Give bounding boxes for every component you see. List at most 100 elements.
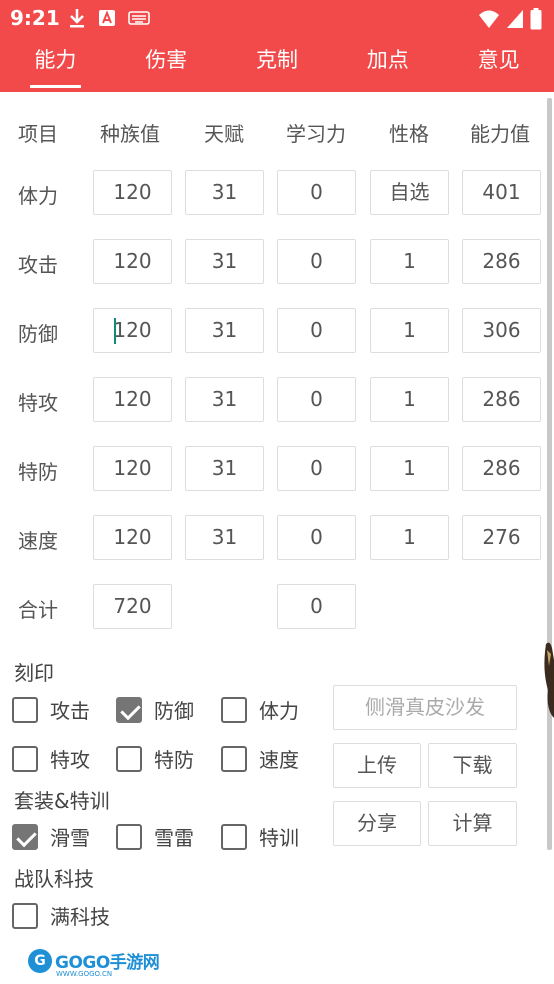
- imprint-attack-checkbox[interactable]: 攻击: [12, 695, 90, 724]
- suit-snow-thunder-checkbox[interactable]: 雪雷: [116, 822, 194, 851]
- learning-input[interactable]: 0: [277, 239, 356, 284]
- imprint-speed-checkbox[interactable]: 速度: [221, 744, 299, 773]
- ability-value-output: 286: [462, 239, 541, 284]
- talent-input[interactable]: 31: [185, 377, 264, 422]
- row-label-defense: 防御: [18, 322, 58, 346]
- total-race-value: 720: [93, 584, 172, 629]
- ability-value-output: 306: [462, 308, 541, 353]
- watermark-site: WWW.GOGO.CN: [56, 970, 113, 978]
- battery-icon: [530, 8, 542, 30]
- talent-input[interactable]: 31: [185, 446, 264, 491]
- header-race-value: 种族值: [100, 122, 160, 146]
- nature-input[interactable]: 1: [370, 377, 449, 422]
- download-button[interactable]: 下载: [428, 743, 517, 788]
- header-nature: 性格: [389, 122, 429, 146]
- signal-icon: [507, 10, 523, 28]
- text-cursor: [114, 318, 116, 344]
- download-icon: [70, 9, 84, 28]
- header-item: 项目: [18, 122, 58, 146]
- checkbox-box: [12, 745, 38, 772]
- sofa-button[interactable]: 侧滑真皮沙发: [333, 685, 517, 730]
- suit-special-training-checkbox[interactable]: 特训: [221, 822, 299, 851]
- header-talent: 天赋: [204, 122, 244, 146]
- checkbox-box: [116, 745, 142, 772]
- imprint-hp-checkbox[interactable]: 体力: [221, 695, 299, 724]
- checkbox-box: [12, 902, 38, 929]
- race-value-text: 120: [113, 318, 152, 342]
- race-value-input[interactable]: 120: [93, 446, 172, 491]
- tab-damage[interactable]: 伤害: [111, 38, 222, 92]
- checkbox-label: 攻击: [50, 699, 90, 723]
- talent-input[interactable]: 31: [185, 239, 264, 284]
- wifi-icon: [479, 10, 499, 28]
- imprint-defense-checkbox[interactable]: 防御: [116, 695, 194, 724]
- learning-input[interactable]: 0: [277, 308, 356, 353]
- checkbox-label: 雪雷: [154, 826, 194, 850]
- gogo-logo-icon: G: [28, 948, 52, 973]
- scrollbar[interactable]: [547, 98, 552, 850]
- header-learning: 学习力: [286, 122, 346, 146]
- ability-value-output: 286: [462, 446, 541, 491]
- nature-input[interactable]: 1: [370, 239, 449, 284]
- gogo-watermark-logo: G GOGO手游网 WWW.GOGO.CN: [28, 948, 160, 978]
- nature-input[interactable]: 1: [370, 515, 449, 560]
- checkbox-box-checked: [116, 696, 142, 723]
- checkbox-box: [221, 745, 247, 772]
- imprint-sp-attack-checkbox[interactable]: 特攻: [12, 744, 90, 773]
- tab-bar: 能力 伤害 克制 加点 意见: [0, 38, 554, 92]
- learning-input[interactable]: 0: [277, 446, 356, 491]
- suit-ski-checkbox[interactable]: 滑雪: [12, 822, 90, 851]
- nature-input[interactable]: 自选: [370, 170, 449, 215]
- share-button[interactable]: 分享: [333, 801, 421, 846]
- row-label-speed: 速度: [18, 529, 58, 553]
- checkbox-box: [221, 696, 247, 723]
- row-label-hp: 体力: [18, 184, 58, 208]
- tab-feedback[interactable]: 意见: [443, 38, 554, 92]
- talent-input[interactable]: 31: [185, 308, 264, 353]
- checkbox-box: [12, 696, 38, 723]
- checkbox-label: 防御: [154, 699, 194, 723]
- checkbox-label: 滑雪: [50, 826, 90, 850]
- checkbox-box-checked: [12, 823, 38, 850]
- row-label-total: 合计: [18, 598, 58, 622]
- checkbox-box: [116, 823, 142, 850]
- tab-ability[interactable]: 能力: [0, 38, 111, 92]
- tab-counter[interactable]: 克制: [222, 38, 333, 92]
- upload-button[interactable]: 上传: [333, 743, 421, 788]
- race-value-input[interactable]: 120: [93, 170, 172, 215]
- ability-value-output: 401: [462, 170, 541, 215]
- team-tech-title: 战队科技: [14, 867, 94, 891]
- ability-value-output: 286: [462, 377, 541, 422]
- checkbox-label: 特防: [154, 748, 194, 772]
- character-figure-image: [544, 642, 554, 718]
- nature-input[interactable]: 1: [370, 308, 449, 353]
- status-bar: 9:21: [0, 0, 554, 38]
- learning-input[interactable]: 0: [277, 377, 356, 422]
- learning-input[interactable]: 0: [277, 515, 356, 560]
- checkbox-box: [221, 823, 247, 850]
- row-label-sp-attack: 特攻: [18, 391, 58, 415]
- ability-value-output: 276: [462, 515, 541, 560]
- row-label-sp-defense: 特防: [18, 460, 58, 484]
- checkbox-label: 体力: [259, 699, 299, 723]
- status-time: 9:21: [10, 6, 60, 30]
- suit-title: 套装&特训: [14, 789, 110, 813]
- imprint-sp-defense-checkbox[interactable]: 特防: [116, 744, 194, 773]
- total-learning: 0: [277, 584, 356, 629]
- keyboard-icon: [128, 11, 150, 25]
- header-ability-value: 能力值: [470, 122, 530, 146]
- race-value-input-focused[interactable]: 120: [93, 308, 172, 353]
- talent-input[interactable]: 31: [185, 170, 264, 215]
- checkbox-label: 满科技: [50, 905, 110, 929]
- team-full-tech-checkbox[interactable]: 满科技: [12, 901, 110, 930]
- race-value-input[interactable]: 120: [93, 515, 172, 560]
- checkbox-label: 特攻: [50, 748, 90, 772]
- race-value-input[interactable]: 120: [93, 239, 172, 284]
- calculate-button[interactable]: 计算: [428, 801, 517, 846]
- nature-input[interactable]: 1: [370, 446, 449, 491]
- learning-input[interactable]: 0: [277, 170, 356, 215]
- tab-points[interactable]: 加点: [332, 38, 443, 92]
- talent-input[interactable]: 31: [185, 515, 264, 560]
- imprint-title: 刻印: [14, 661, 54, 685]
- race-value-input[interactable]: 120: [93, 377, 172, 422]
